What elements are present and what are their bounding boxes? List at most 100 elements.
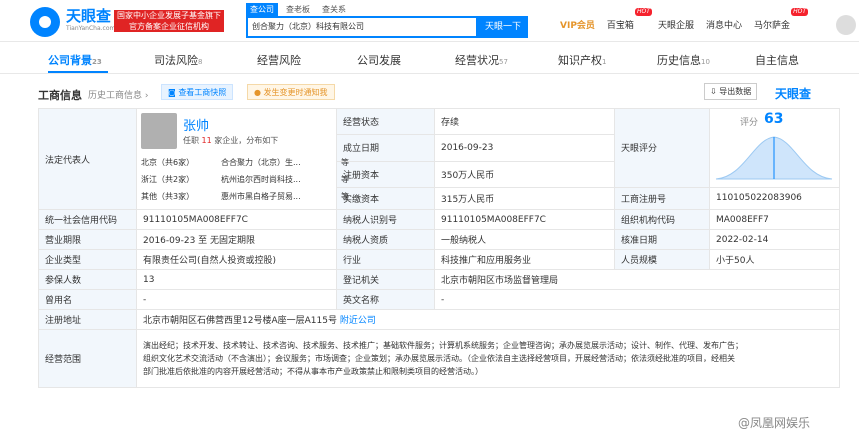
tab-self-info[interactable]: 自主信息: [755, 52, 799, 68]
list-item[interactable]: 其他（共3家） 惠州市黑白格子贸易... 等: [141, 191, 361, 202]
list-item[interactable]: 北京（共6家） 合合聚力（北京）生... 等: [141, 157, 361, 168]
legal-rep-name[interactable]: 张帅: [183, 115, 209, 134]
logo-url: TianYanCha.com: [66, 25, 116, 32]
tab-judicial-risk[interactable]: 司法风险8: [154, 52, 202, 68]
table-value: 13: [136, 269, 337, 290]
score-value: 63: [764, 111, 784, 127]
score-cell[interactable]: 评分 63: [709, 108, 840, 188]
table-label: 纳税人资质: [336, 229, 435, 250]
avatar[interactable]: [836, 15, 856, 35]
table-label: 统一社会信用代码: [38, 209, 137, 230]
snapshot-button[interactable]: ◙ 查看工商快照: [161, 84, 234, 100]
list-item[interactable]: 浙江（共2家） 杭州追尔西时尚科技... 等: [141, 174, 361, 185]
tab-company-development[interactable]: 公司发展: [357, 52, 401, 68]
table-label: 人员规模: [614, 249, 710, 270]
table-value: 91110105MA008EFF7C: [434, 209, 615, 230]
brand-logo: 天眼查: [775, 87, 812, 101]
table-row: 营业期限 2016-09-23 至 无固定期限 纳税人资质 一般纳税人 核准日期 20…: [38, 229, 840, 250]
table-label: 企业类型: [38, 249, 137, 270]
user-name: 马尔萨金: [753, 21, 790, 31]
table-value: 2016-09-23 至 无固定期限: [136, 229, 337, 250]
address-value: 北京市朝阳区石佛营西里12号楼A座一层A115号 附近公司: [136, 309, 840, 330]
logo-mark-icon: [30, 7, 60, 37]
table-value: 有限责任公司(自然人投资或控股): [136, 249, 337, 270]
messages-link[interactable]: 消息中心: [706, 18, 742, 31]
table-label: 营业期限: [38, 229, 137, 250]
table-row: 统一社会信用代码 91110105MA008EFF7C 纳税人识别号 9111010…: [38, 209, 840, 230]
history-link[interactable]: 历史工商信息 ›: [88, 88, 148, 101]
logo-name: 天眼查: [66, 7, 112, 25]
search-tab-company[interactable]: 查公司: [246, 3, 278, 16]
status-value: 存续: [434, 107, 615, 136]
reg-no-value: 110105022083906: [709, 186, 840, 211]
section-header: 工商信息 历史工商信息 › ◙ 查看工商快照 ● 发生变更时通知我 ⇩ 导出数据…: [0, 80, 859, 104]
search-tab-relation[interactable]: 查关系: [318, 3, 350, 16]
legal-rep-cell: 张帅 任职 11 家企业，分布如下 北京（共6家） 合合聚力（北京）生... 等 浙…: [136, 108, 349, 210]
table-row: 参保人数 13 登记机关 北京市朝阳区市场监督管理局: [38, 269, 840, 290]
search-tabs: 查公司 查老板 查关系: [246, 3, 350, 16]
baibaoxiang-label: 百宝箱: [606, 21, 634, 31]
tab-history[interactable]: 历史信息10: [657, 52, 710, 68]
score-label: 天眼评分: [614, 108, 710, 188]
reg-no-label: 工商注册号: [614, 186, 710, 211]
table-label: 行业: [336, 249, 435, 270]
address-label: 注册地址: [38, 309, 137, 330]
table-value: 科技推广和应用服务业: [434, 249, 615, 270]
tab-ip[interactable]: 知识产权1: [558, 52, 606, 68]
table-label: 登记机关: [336, 269, 435, 290]
export-icon: ⇩: [710, 87, 717, 96]
table-label: 核准日期: [614, 229, 710, 250]
scope-value: 演出经纪；技术开发、技术转让、技术咨询、技术服务、技术推广；基础软件服务；计算机…: [136, 329, 840, 388]
table-row: 注册地址 北京市朝阳区石佛营西里12号楼A座一层A115号 附近公司: [38, 309, 840, 330]
score-text: 评分: [740, 118, 759, 128]
status-label: 经营状态: [336, 107, 435, 136]
table-row: 经营范围 演出经纪；技术开发、技术转让、技术咨询、技术服务、技术推广；基础软件服…: [38, 329, 840, 388]
table-value: MA008EFF7: [709, 209, 840, 230]
bell-icon: ●: [254, 88, 261, 97]
paid-capital-value: 315万人民币: [434, 186, 615, 211]
vip-link[interactable]: VIP会员: [560, 18, 595, 31]
gov-badge: 国家中小企业发展子基金旗下 官方备案企业征信机构: [114, 10, 224, 32]
search-input[interactable]: 创合聚力（北京）科技有限公司: [246, 16, 478, 38]
table-value: 小于50人: [709, 249, 840, 270]
tab-operation-status[interactable]: 经营状况57: [455, 52, 508, 68]
table-label: 曾用名: [38, 289, 137, 310]
table-value: 91110105MA008EFF7C: [136, 209, 337, 230]
baibaoxiang-link[interactable]: 百宝箱 HOT: [606, 8, 652, 31]
table-label: 参保人数: [38, 269, 137, 290]
table-row: 企业类型 有限责任公司(自然人投资或控股) 行业 科技推广和应用服务业 人员规模 小于…: [38, 249, 840, 270]
hot-badge: HOT: [635, 8, 652, 16]
table-label: 英文名称: [336, 289, 435, 310]
table-value: -: [136, 289, 337, 310]
enterprise-link[interactable]: 天眼企服: [658, 18, 694, 31]
nearby-link[interactable]: 附近公司: [340, 316, 376, 326]
top-header: 天眼查 TianYanCha.com 国家中小企业发展子基金旗下 官方备案企业征…: [0, 0, 859, 42]
watermark: @凤凰网娱乐: [738, 416, 811, 430]
gov-badge-line1: 国家中小企业发展子基金旗下: [117, 11, 221, 20]
table-value: 北京市朝阳区市场监督管理局: [434, 269, 840, 290]
legal-rep-label: 法定代表人: [38, 108, 137, 210]
table-label: 纳税人识别号: [336, 209, 435, 230]
export-button[interactable]: ⇩ 导出数据: [704, 83, 758, 100]
nav-right: VIP会员 百宝箱 HOT 天眼企服 消息中心 马尔萨金 HOT: [560, 8, 814, 31]
table-row: 曾用名 - 英文名称 -: [38, 289, 840, 310]
user-link[interactable]: 马尔萨金 HOT: [753, 8, 808, 31]
search-button[interactable]: 天眼一下: [478, 16, 528, 38]
scope-label: 经营范围: [38, 329, 137, 388]
camera-icon: ◙: [168, 88, 176, 97]
hot-badge: HOT: [791, 8, 808, 16]
tab-operation-risk[interactable]: 经营风险: [257, 52, 301, 68]
active-tab-indicator: [48, 71, 108, 73]
table-label: 组织机构代码: [614, 209, 710, 230]
change-alert-button[interactable]: ● 发生变更时通知我: [247, 84, 335, 100]
tab-company-background[interactable]: 公司背景23: [48, 52, 102, 68]
gov-badge-line2: 官方备案企业征信机构: [129, 22, 209, 31]
score-curve-icon: [715, 136, 833, 180]
logo[interactable]: 天眼查 TianYanCha.com: [30, 7, 115, 37]
section-title: 工商信息: [38, 89, 82, 102]
table-value: -: [434, 289, 840, 310]
legal-rep-summary: 任职 11 家企业，分布如下: [183, 136, 279, 145]
reg-capital-value: 350万人民币: [434, 160, 615, 188]
tab-bar: 公司背景23 司法风险8 经营风险 公司发展 经营状况57 知识产权1 历史信息…: [0, 42, 859, 74]
search-tab-boss[interactable]: 查老板: [282, 3, 314, 16]
